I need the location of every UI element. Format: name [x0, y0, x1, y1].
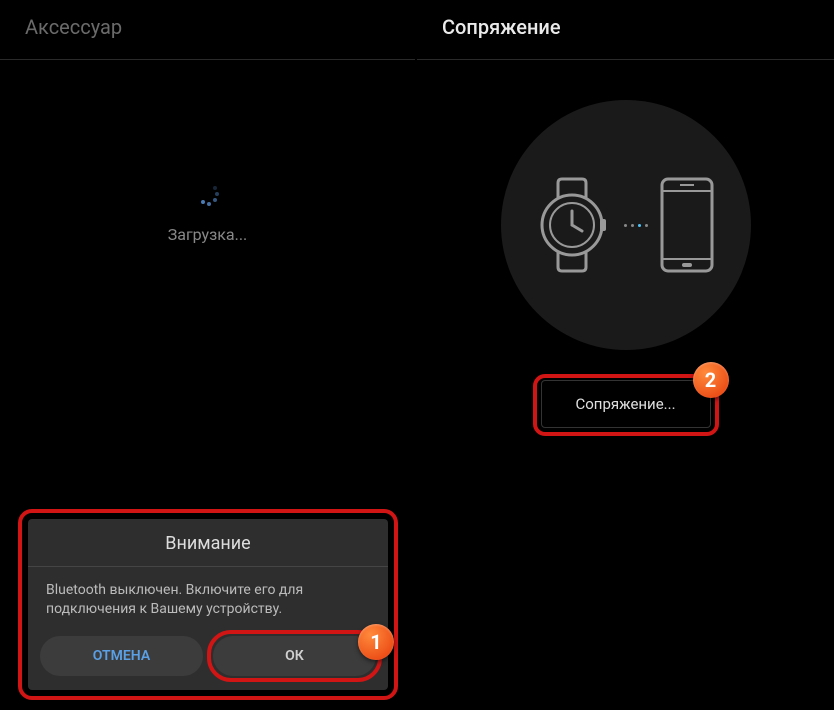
loading-area: Загрузка... [0, 180, 415, 244]
right-panel: Сопряжение [417, 0, 834, 710]
dialog-title: Внимание [28, 519, 388, 567]
app-container: Аксессуар Загрузка... Внимание Bluetooth… [0, 0, 834, 710]
dialog-actions: ОТМЕНА ОК 1 [28, 636, 388, 690]
right-header: Сопряжение [417, 0, 834, 60]
accessory-title: Аксессуар [25, 15, 390, 39]
annotation-badge-1: 1 [358, 624, 394, 660]
ok-button[interactable]: ОК 1 [213, 636, 376, 676]
watch-icon [536, 175, 614, 275]
pair-button-label: Сопряжение... [575, 395, 675, 413]
loading-text: Загрузка... [0, 225, 415, 244]
pair-button-wrap: Сопряжение... 2 [541, 380, 711, 428]
connection-dots-icon [624, 224, 648, 227]
spinner-icon [193, 180, 223, 210]
pairing-title: Сопряжение [442, 15, 809, 39]
pairing-illustration [501, 100, 751, 350]
cancel-button[interactable]: ОТМЕНА [40, 636, 203, 676]
attention-dialog: Внимание Bluetooth выключен. Включите ег… [28, 519, 388, 690]
pair-button[interactable]: Сопряжение... [541, 380, 711, 428]
ok-label: ОК [285, 648, 304, 664]
dialog-message: Bluetooth выключен. Включите его для под… [28, 567, 388, 636]
left-panel: Аксессуар Загрузка... Внимание Bluetooth… [0, 0, 417, 710]
annotation-badge-2: 2 [693, 362, 729, 398]
left-header: Аксессуар [0, 0, 415, 60]
dialog-wrap: Внимание Bluetooth выключен. Включите ег… [28, 519, 388, 690]
phone-icon [658, 175, 716, 275]
cancel-label: ОТМЕНА [93, 648, 150, 664]
